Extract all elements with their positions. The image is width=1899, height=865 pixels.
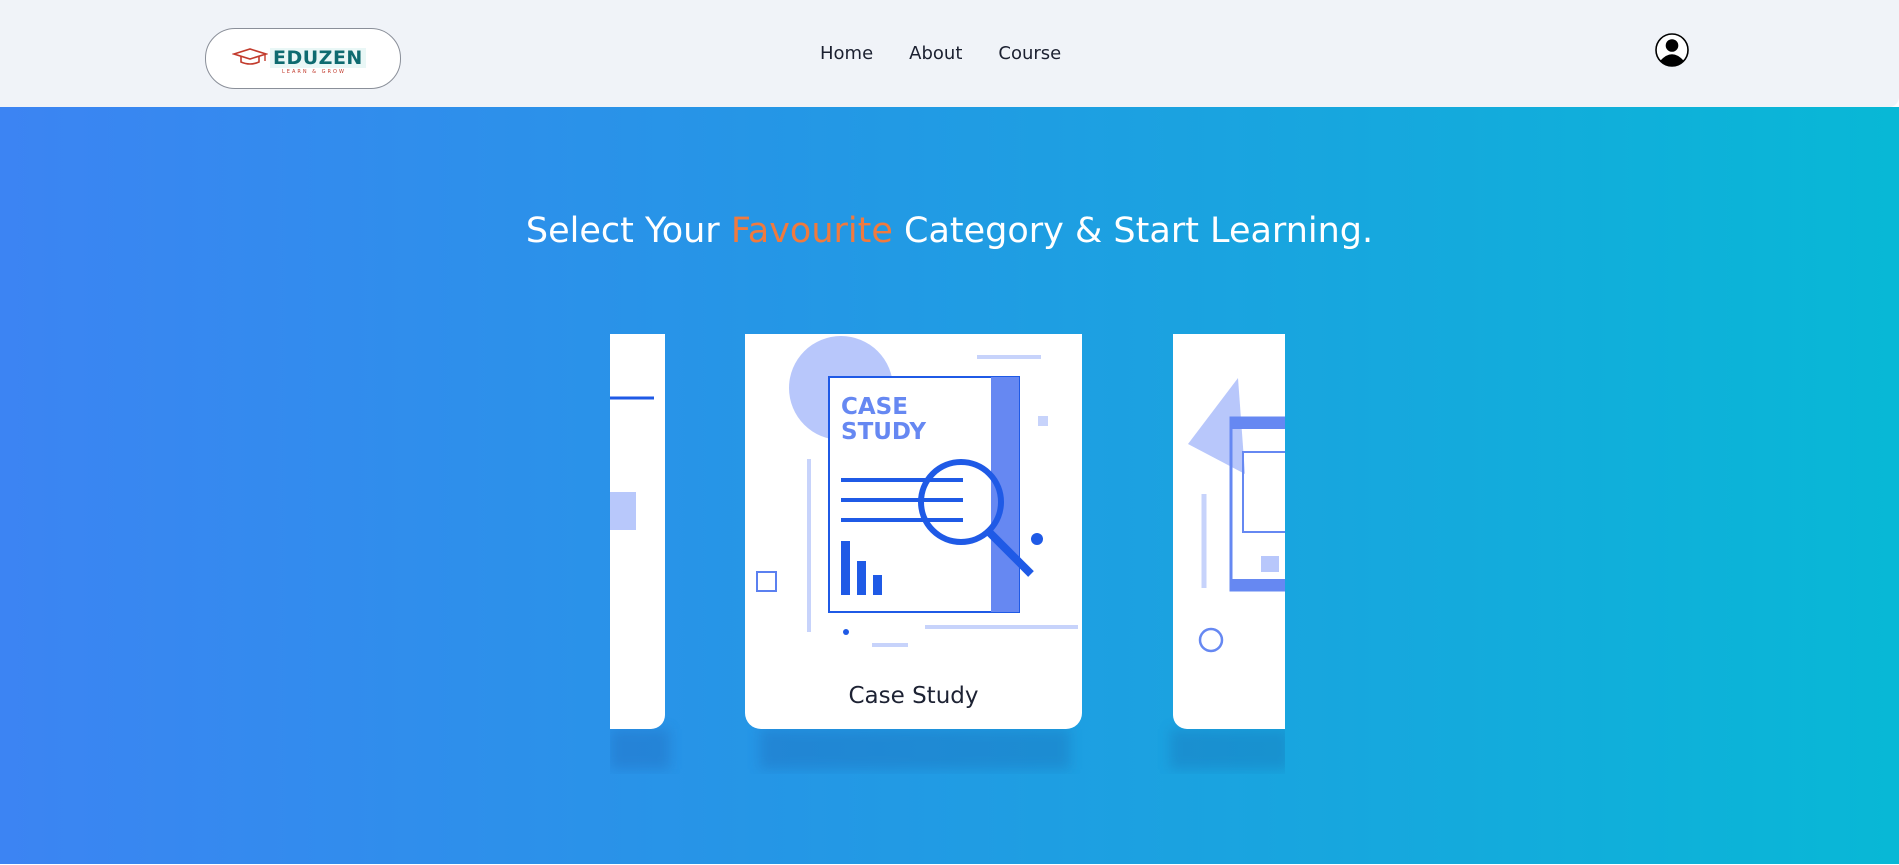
graduation-cap-icon (232, 48, 268, 65)
hero-headline: Select Your Favourite Category & Start L… (0, 211, 1899, 251)
category-illustration (610, 396, 654, 530)
headline-accent: Favourite (730, 211, 893, 251)
illustration-text-case: CASE (841, 394, 908, 420)
case-study-illustration: CASE STUDY (756, 336, 1078, 647)
nav-about[interactable]: About (909, 43, 962, 64)
category-card-previous[interactable] (610, 334, 665, 729)
nav-home[interactable]: Home (820, 43, 873, 64)
nav-course[interactable]: Course (998, 43, 1061, 64)
card-shadow-center (760, 729, 1070, 769)
headline-part-1: Select Your (525, 211, 720, 251)
headline-part-2: Category & Start Learning. (904, 211, 1374, 251)
main-nav: Home About Course (820, 43, 1061, 64)
category-carousel: CASE STUDY Case Study (610, 334, 1285, 774)
category-card-next[interactable] (1173, 334, 1285, 729)
logo-tagline: LEARN & GROW (282, 69, 346, 75)
logo[interactable]: EDUZEN LEARN & GROW (205, 28, 401, 89)
card-title: Case Study (848, 683, 979, 709)
card-shadow-left (610, 729, 670, 769)
category-card-case-study[interactable]: CASE STUDY Case Study (745, 334, 1082, 729)
illustration-text-study: STUDY (841, 419, 926, 445)
site-header: EDUZEN LEARN & GROW Home About Course (0, 0, 1899, 107)
logo-text: EDUZEN (270, 48, 366, 68)
user-avatar-icon[interactable] (1655, 33, 1689, 67)
card-shadow-right (1170, 729, 1285, 769)
category-illustration (1188, 378, 1285, 653)
